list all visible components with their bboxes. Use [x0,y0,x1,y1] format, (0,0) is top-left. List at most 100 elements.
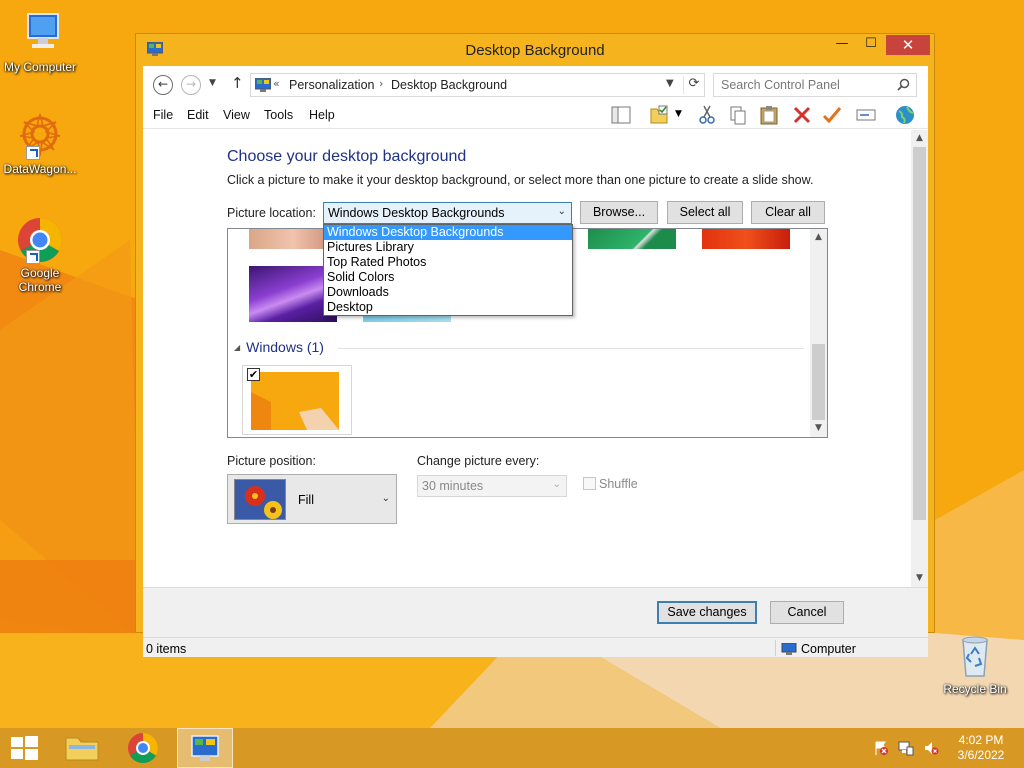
dropdown-option-pictures-library[interactable]: Pictures Library [324,240,572,255]
taskbar-google-chrome[interactable] [117,728,169,768]
desktop-icon-google-chrome[interactable]: Google Chrome [0,216,80,294]
menu-help[interactable]: Help [309,108,335,122]
recent-pages-chevron-down-icon[interactable]: ▼ [209,78,216,88]
shortcut-arrow-icon [26,250,40,264]
wallpaper-thumbnail[interactable] [702,229,790,249]
cut-icon[interactable] [696,104,718,126]
change-picture-label: Change picture every: [417,454,540,468]
dropdown-option-solid-colors[interactable]: Solid Colors [324,270,572,285]
start-button[interactable] [0,728,48,768]
delete-icon[interactable] [791,104,813,126]
collapse-triangle-icon: ◢ [234,343,241,352]
desktop-icon-label: My Computer [3,60,77,74]
scroll-down-icon[interactable]: ▼ [911,570,928,587]
scrollbar-thumb[interactable] [913,147,926,520]
address-bar: ← → ▼ ↑ « Personalization › Desktop Back… [143,66,928,102]
cancel-button[interactable]: Cancel [770,601,844,624]
computer-icon [16,10,64,58]
properties-check-icon[interactable] [821,104,843,126]
control-panel-window: Desktop Background — ☐ ✕ ← → ▼ ↑ « Perso… [135,33,935,657]
paste-icon[interactable] [758,104,780,126]
breadcrumb-personalization[interactable]: Personalization [289,78,374,92]
globe-icon[interactable] [894,104,916,126]
wallpaper-thumbnail[interactable] [588,229,676,249]
menu-view[interactable]: View [223,108,250,122]
taskbar: 4:02 PM 3/6/2022 [0,728,1024,768]
search-input[interactable] [715,75,891,95]
breadcrumb-overflow-icon[interactable]: « [273,77,280,90]
folder-icon [65,737,99,761]
desktop-icon-my-computer[interactable]: My Computer [0,10,80,74]
picture-position-preview [234,479,286,520]
picture-location-select[interactable]: Windows Desktop Backgrounds ⌄ [323,202,572,224]
refresh-icon[interactable]: ⟳ [683,76,704,94]
chevron-down-icon: ⌄ [557,206,566,217]
menu-tools[interactable]: Tools [264,108,293,122]
group-header-label: Windows (1) [246,339,324,355]
picture-position-value: Fill [298,493,314,507]
rename-icon[interactable] [855,104,877,126]
close-button[interactable]: ✕ [886,35,930,55]
forward-button[interactable]: → [181,75,201,95]
desktop-icon-recycle-bin[interactable]: Recycle Bin [935,632,1015,696]
dropdown-option-windows-desktop-backgrounds[interactable]: Windows Desktop Backgrounds [324,225,572,240]
select-all-button[interactable]: Select all [667,201,743,224]
recycle-bin-icon [951,632,999,680]
folder-options-icon[interactable] [648,104,670,126]
wallpaper-thumbnail-selected[interactable]: ✔ [242,365,352,435]
dropdown-option-downloads[interactable]: Downloads [324,285,572,300]
scroll-down-icon[interactable]: ▼ [810,420,827,437]
volume-muted-icon[interactable] [923,740,939,756]
browse-button[interactable]: Browse... [580,201,658,224]
status-bar: 0 items Computer [143,637,928,657]
window-client-area: ← → ▼ ↑ « Personalization › Desktop Back… [143,66,928,657]
selected-checkbox[interactable]: ✔ [247,368,260,381]
change-picture-interval-select[interactable]: 30 minutes ⌄ [417,475,567,497]
search-icon[interactable] [897,78,910,91]
page-title: Choose your desktop background [227,148,467,165]
shuffle-checkbox-box[interactable] [583,477,596,490]
window-titlebar[interactable]: Desktop Background — ☐ ✕ [136,34,934,66]
maximize-button[interactable]: ☐ [857,35,885,55]
desktop-icon-datawagon[interactable]: DataWagon... [0,112,80,176]
computer-icon [781,642,797,655]
breadcrumb-desktop-background[interactable]: Desktop Background [391,78,507,92]
clear-all-button[interactable]: Clear all [751,201,825,224]
main-content: Choose your desktop background Click a p… [143,130,928,587]
network-icon[interactable] [898,740,914,756]
change-picture-interval-value: 30 minutes [422,479,484,493]
breadcrumb-separator-icon[interactable]: › [379,77,383,90]
menu-edit[interactable]: Edit [187,108,209,122]
picture-position-select[interactable]: Fill ⌄ [227,474,397,524]
group-divider [338,348,804,349]
folder-options-chevron-down-icon[interactable]: ▼ [675,109,687,131]
up-arrow-icon[interactable]: ↑ [231,74,244,92]
copy-icon[interactable] [727,104,749,126]
gallery-scrollbar[interactable]: ▲ ▼ [810,229,827,437]
taskbar-control-panel[interactable] [177,728,233,768]
save-changes-button[interactable]: Save changes [657,601,757,624]
scroll-up-icon[interactable]: ▲ [810,229,827,246]
scrollbar-thumb[interactable] [812,344,825,420]
back-button[interactable]: ← [153,75,173,95]
taskbar-file-explorer[interactable] [56,728,108,768]
chevron-down-icon: ⌄ [552,479,561,490]
action-center-flag-icon[interactable] [873,740,889,756]
status-divider [775,640,776,656]
scroll-up-icon[interactable]: ▲ [911,130,928,147]
minimize-button[interactable]: — [828,35,856,55]
dropdown-option-top-rated-photos[interactable]: Top Rated Photos [324,255,572,270]
layout-pane-icon[interactable] [610,104,632,126]
shortcut-arrow-icon [26,146,40,160]
breadcrumb[interactable]: « Personalization › Desktop Background ▼… [250,73,705,97]
chrome-icon [128,733,158,764]
shuffle-checkbox[interactable]: Shuffle [583,477,638,491]
taskbar-clock[interactable]: 4:02 PM 3/6/2022 [948,733,1014,763]
page-scrollbar[interactable]: ▲ ▼ [911,130,928,587]
shuffle-label: Shuffle [599,477,638,491]
address-history-chevron-down-icon[interactable]: ▼ [666,78,674,89]
group-header-windows[interactable]: ◢ Windows (1) [234,339,324,355]
dropdown-option-desktop[interactable]: Desktop [324,300,572,315]
menu-file[interactable]: File [153,108,173,122]
page-description: Click a picture to make it your desktop … [227,173,814,187]
